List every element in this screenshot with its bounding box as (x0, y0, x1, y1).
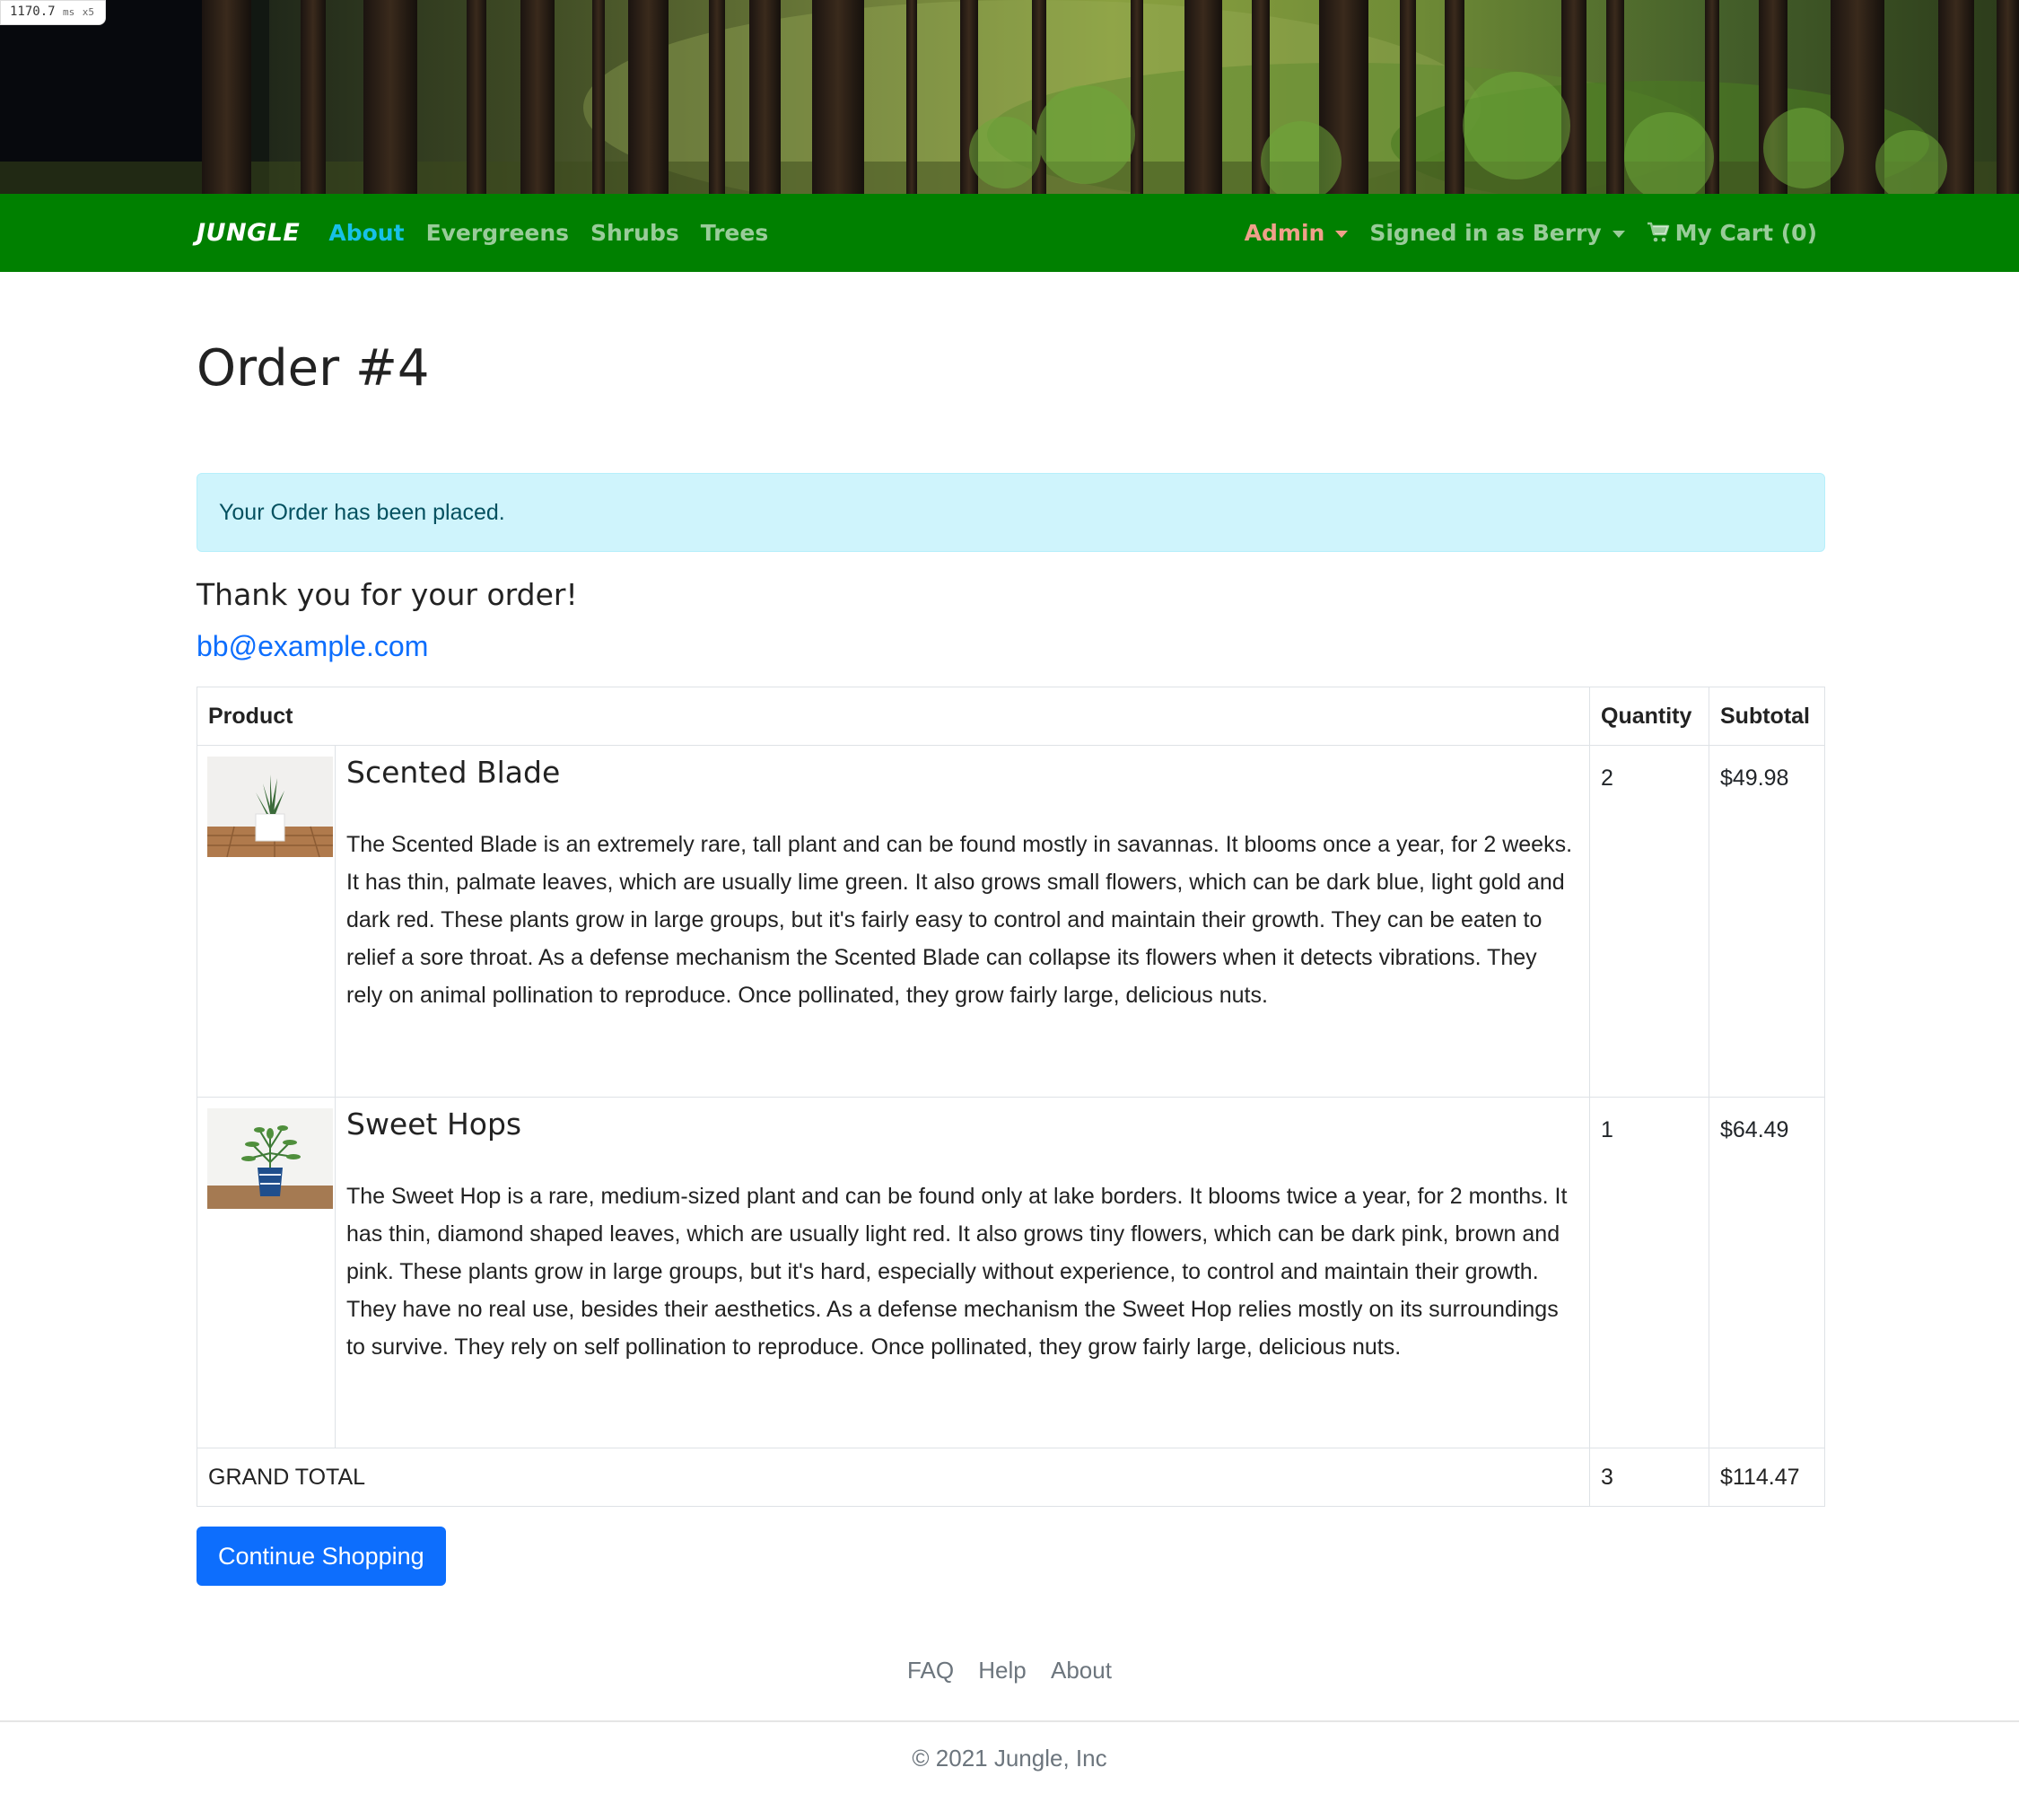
grand-total-quantity: 3 (1589, 1448, 1709, 1507)
product-quantity: 2 (1589, 745, 1709, 1098)
thank-you-heading: Thank you for your order! (197, 577, 578, 612)
nav-link-trees[interactable]: Trees (701, 220, 768, 246)
column-header-product: Product (197, 687, 1590, 746)
perf-badge: 1170.7 ms x5 (0, 0, 106, 25)
user-dropdown[interactable]: Signed in as Berry (1369, 220, 1625, 246)
continue-shopping-button[interactable]: Continue Shopping (197, 1527, 446, 1586)
perf-unit: ms (63, 6, 75, 18)
product-name[interactable]: Sweet Hops (346, 1107, 1578, 1142)
alert-text: Your Order has been placed. (219, 499, 505, 525)
navbar-inner: JUNGLE About Evergreens Shrubs Trees Adm… (197, 194, 1817, 272)
table-header-row: Product Quantity Subtotal (197, 687, 1825, 746)
footer-link-about[interactable]: About (1051, 1657, 1112, 1684)
hero-banner-image (0, 0, 2019, 194)
nav-link-about[interactable]: About (328, 220, 404, 246)
product-name[interactable]: Scented Blade (346, 755, 1578, 790)
nav-link-evergreens[interactable]: Evergreens (426, 220, 569, 246)
navbar-right: Admin Signed in as Berry My Cart (0) (1223, 220, 1817, 246)
admin-dropdown[interactable]: Admin (1245, 220, 1349, 246)
customer-email-link[interactable]: bb@example.com (197, 630, 428, 663)
shopping-cart-icon (1647, 222, 1669, 242)
main-content: Order #4 Your Order has been placed. Tha… (197, 272, 1825, 1586)
order-placed-alert: Your Order has been placed. (197, 473, 1825, 552)
column-header-subtotal: Subtotal (1709, 687, 1825, 746)
order-table: Product Quantity Subtotal Scented Blade … (197, 687, 1825, 1507)
brand-logo[interactable]: JUNGLE (197, 219, 300, 247)
product-subtotal: $64.49 (1709, 1097, 1825, 1448)
footer-link-faq[interactable]: FAQ (907, 1657, 954, 1684)
product-description-cell: Scented Blade The Scented Blade is an ex… (335, 745, 1590, 1098)
product-description-cell: Sweet Hops The Sweet Hop is a rare, medi… (335, 1097, 1590, 1448)
product-image-cell (197, 745, 336, 1098)
footer-links: FAQ Help About (0, 1657, 2019, 1684)
perf-value: 1170.7 (10, 4, 56, 19)
copyright-text: © 2021 Jungle, Inc (912, 1745, 1107, 1772)
grand-total-amount: $114.47 (1709, 1448, 1825, 1507)
product-description: The Scented Blade is an extremely rare, … (346, 832, 1573, 1008)
scented-blade-product-image[interactable] (207, 757, 333, 857)
cart-link[interactable]: My Cart (0) (1647, 220, 1817, 246)
grand-total-label: GRAND TOTAL (197, 1448, 1590, 1507)
caret-down-icon (1612, 231, 1625, 238)
admin-label: Admin (1244, 220, 1325, 246)
sweet-hops-product-image[interactable] (207, 1108, 333, 1209)
product-subtotal: $49.98 (1709, 745, 1825, 1098)
product-image-cell (197, 1097, 336, 1448)
footer-divider (0, 1720, 2019, 1722)
table-row: Sweet Hops The Sweet Hop is a rare, medi… (197, 1097, 1825, 1448)
grand-total-row: GRAND TOTAL 3 $114.47 (197, 1448, 1825, 1507)
page-title: Order #4 (197, 339, 430, 398)
product-quantity: 1 (1589, 1097, 1709, 1448)
cart-label: My Cart (0) (1674, 220, 1817, 246)
navbar: JUNGLE About Evergreens Shrubs Trees Adm… (0, 194, 2019, 272)
footer-link-help[interactable]: Help (978, 1657, 1026, 1684)
table-row: Scented Blade The Scented Blade is an ex… (197, 745, 1825, 1098)
forest-illustration (0, 0, 2019, 194)
column-header-quantity: Quantity (1589, 687, 1709, 746)
nav-link-shrubs[interactable]: Shrubs (590, 220, 679, 246)
caret-down-icon (1335, 231, 1349, 238)
perf-mult: x5 (82, 6, 94, 18)
product-description: The Sweet Hop is a rare, medium-sized pl… (346, 1184, 1568, 1360)
user-label: Signed in as Berry (1369, 220, 1602, 246)
